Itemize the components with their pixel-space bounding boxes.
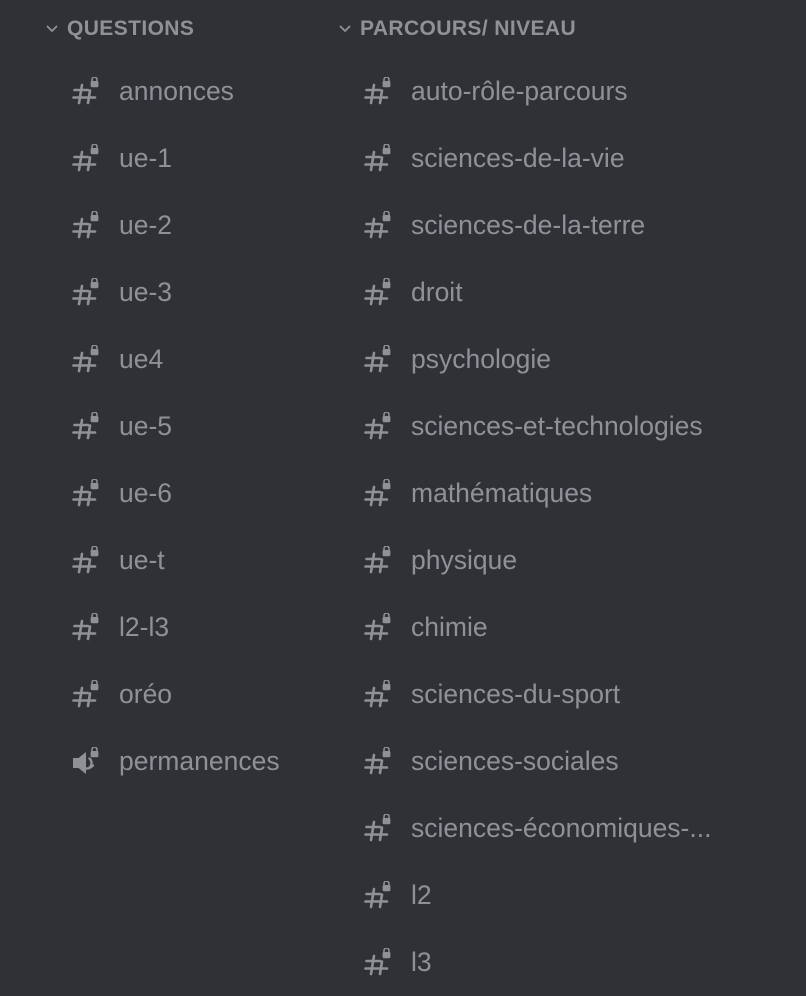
hashtag-lock-icon	[69, 677, 105, 713]
hashtag-lock-icon	[361, 141, 397, 177]
hashtag-lock-icon	[361, 74, 397, 110]
channel-name: psychologie	[411, 344, 551, 374]
channel-name: l2-l3	[119, 612, 170, 642]
hashtag-lock-icon	[69, 476, 105, 512]
channel-name: ue-6	[119, 478, 173, 508]
hashtag-lock-icon	[69, 342, 105, 378]
channel-name: sciences-et-technologies	[411, 411, 703, 441]
channel-item[interactable]: ue-2	[44, 192, 334, 259]
hashtag-lock-icon	[361, 208, 397, 244]
hashtag-lock-icon	[69, 208, 105, 244]
channel-item[interactable]: chimie	[337, 594, 806, 661]
chevron-down-icon	[337, 21, 353, 37]
voice-channel-item[interactable]: permanences	[44, 728, 334, 795]
channel-list: annonces ue-1 ue-2 ue-3 ue4 ue-5 ue-6 ue…	[44, 58, 334, 795]
channel-item[interactable]: oréo	[44, 661, 334, 728]
hashtag-lock-icon	[361, 610, 397, 646]
channel-item[interactable]: sciences-de-la-vie	[337, 125, 806, 192]
hashtag-lock-icon	[69, 409, 105, 445]
channel-item[interactable]: ue-5	[44, 393, 334, 460]
channel-name: sciences-de-la-vie	[411, 143, 625, 173]
channel-item[interactable]: sciences-de-la-terre	[337, 192, 806, 259]
hashtag-lock-icon	[69, 543, 105, 579]
channel-item[interactable]: sciences-du-sport	[337, 661, 806, 728]
channel-name: droit	[411, 277, 463, 307]
channel-name: mathématiques	[411, 478, 593, 508]
channel-category-questions: QUESTIONS annonces ue-1 ue-2 ue-3 ue4 ue…	[44, 0, 334, 795]
channel-name: l2	[411, 880, 432, 910]
hashtag-lock-icon	[69, 610, 105, 646]
hashtag-lock-icon	[361, 811, 397, 847]
channel-item[interactable]: droit	[337, 259, 806, 326]
channel-name: ue-3	[119, 277, 173, 307]
channel-item[interactable]: sciences-et-technologies	[337, 393, 806, 460]
channel-item[interactable]: sciences-sociales	[337, 728, 806, 795]
channel-item[interactable]: mathématiques	[337, 460, 806, 527]
channel-item[interactable]: l2	[337, 862, 806, 929]
hashtag-lock-icon	[361, 878, 397, 914]
channel-name: sciences-du-sport	[411, 679, 621, 709]
category-label: QUESTIONS	[67, 17, 195, 40]
channel-item[interactable]: physique	[337, 527, 806, 594]
channel-name: annonces	[119, 76, 234, 106]
hashtag-lock-icon	[361, 342, 397, 378]
channel-name: ue-1	[119, 143, 173, 173]
channel-item[interactable]: psychologie	[337, 326, 806, 393]
channel-item[interactable]: auto-rôle-parcours	[337, 58, 806, 125]
hashtag-lock-icon	[361, 409, 397, 445]
channel-item[interactable]: ue-3	[44, 259, 334, 326]
channel-name: permanences	[119, 746, 280, 776]
channel-item[interactable]: l2-l3	[44, 594, 334, 661]
chevron-down-icon	[44, 21, 60, 37]
channel-name: physique	[411, 545, 518, 575]
hashtag-lock-icon	[361, 543, 397, 579]
category-header-parcours-niveau[interactable]: PARCOURS/ NIVEAU	[337, 0, 806, 58]
channel-name: auto-rôle-parcours	[411, 76, 628, 106]
channel-name: sciences-économiques-...	[411, 813, 712, 843]
hashtag-lock-icon	[69, 74, 105, 110]
category-header-questions[interactable]: QUESTIONS	[44, 0, 334, 58]
channel-name: ue-2	[119, 210, 173, 240]
hashtag-lock-icon	[69, 141, 105, 177]
channel-category-parcours-niveau: PARCOURS/ NIVEAU auto-rôle-parcours scie…	[337, 0, 806, 996]
channel-item[interactable]: ue4	[44, 326, 334, 393]
hashtag-lock-icon	[361, 744, 397, 780]
channel-name: ue-t	[119, 545, 165, 575]
hashtag-lock-icon	[361, 677, 397, 713]
channel-list: auto-rôle-parcours sciences-de-la-vie sc…	[337, 58, 806, 996]
channel-item[interactable]: annonces	[44, 58, 334, 125]
channel-name: oréo	[119, 679, 173, 709]
hashtag-lock-icon	[361, 476, 397, 512]
hashtag-lock-icon	[361, 275, 397, 311]
channel-name: ue4	[119, 344, 164, 374]
hashtag-lock-icon	[361, 945, 397, 981]
channel-name: ue-5	[119, 411, 173, 441]
category-label: PARCOURS/ NIVEAU	[360, 17, 577, 40]
channel-item[interactable]: ue-6	[44, 460, 334, 527]
channel-item[interactable]: ue-1	[44, 125, 334, 192]
channel-item[interactable]: l3	[337, 929, 806, 996]
channel-name: chimie	[411, 612, 488, 642]
channel-name: sciences-de-la-terre	[411, 210, 646, 240]
channel-item[interactable]: ue-t	[44, 527, 334, 594]
channel-name: sciences-sociales	[411, 746, 619, 776]
channel-item[interactable]: sciences-économiques-...	[337, 795, 806, 862]
hashtag-lock-icon	[69, 275, 105, 311]
speaker-lock-icon	[69, 744, 105, 780]
channel-name: l3	[411, 947, 432, 977]
